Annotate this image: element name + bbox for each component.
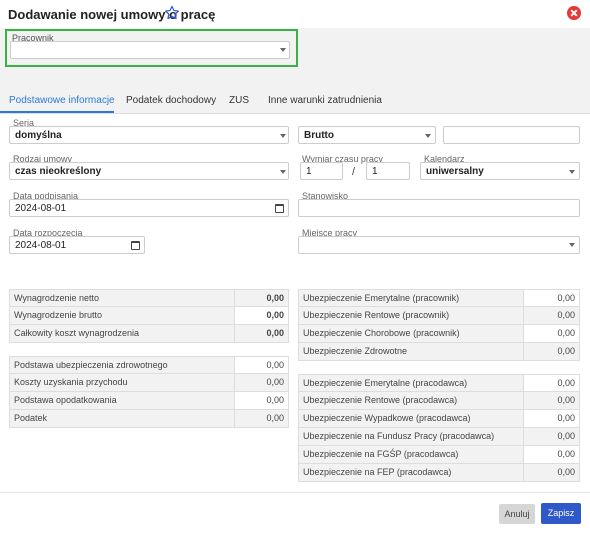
working-time-denominator[interactable]: 1 bbox=[366, 162, 410, 180]
chevron-down-icon bbox=[280, 134, 286, 138]
salary-amount-input[interactable] bbox=[443, 126, 580, 144]
table-row-value: 0,00 bbox=[234, 289, 289, 307]
table-row-value: 0,00 bbox=[523, 464, 580, 482]
close-icon[interactable] bbox=[567, 6, 581, 20]
table-row-value: 0,00 bbox=[234, 307, 289, 325]
table-row-value: 0,00 bbox=[523, 307, 580, 325]
position-input[interactable] bbox=[298, 199, 580, 217]
table-row-label: Ubezpieczenie na Fundusz Pracy (pracodaw… bbox=[298, 428, 523, 446]
table-row-value: 0,00 bbox=[523, 392, 580, 410]
table-row-value: 0,00 bbox=[523, 446, 580, 464]
chevron-down-icon bbox=[569, 170, 575, 174]
calendar-icon[interactable] bbox=[131, 241, 140, 250]
working-time-numerator[interactable]: 1 bbox=[300, 162, 343, 180]
calendar-select[interactable]: uniwersalny bbox=[420, 162, 580, 180]
dialog-header: Dodawanie nowej umowy o pracę bbox=[0, 0, 590, 28]
tab-income-tax[interactable]: Podatek dochodowy bbox=[126, 95, 216, 106]
tab-zus[interactable]: ZUS bbox=[229, 95, 249, 106]
table-row-label: Ubezpieczenie Emerytalne (pracownik) bbox=[298, 289, 523, 307]
chevron-down-icon bbox=[280, 170, 286, 174]
table-row-value: 0,00 bbox=[234, 356, 289, 374]
table-row-value: 0,00 bbox=[234, 325, 289, 343]
table-row-value: 0,00 bbox=[523, 428, 580, 446]
cancel-button[interactable]: Anuluj bbox=[499, 504, 535, 524]
table-row-label: Ubezpieczenie na FEP (pracodawca) bbox=[298, 464, 523, 482]
table-row-value: 0,00 bbox=[523, 410, 580, 428]
table-row-label: Koszty uzyskania przychodu bbox=[9, 374, 234, 392]
table-row-label: Podstawa ubezpieczenia zdrowotnego bbox=[9, 356, 234, 374]
table-row-label: Ubezpieczenie Chorobowe (pracownik) bbox=[298, 325, 523, 343]
chevron-down-icon bbox=[425, 134, 431, 138]
workplace-select[interactable] bbox=[298, 236, 580, 254]
table-row-value: 0,00 bbox=[234, 410, 289, 428]
signing-date-input[interactable]: 2024-08-01 bbox=[9, 199, 289, 217]
table-row-label: Ubezpieczenie Zdrowotne bbox=[298, 343, 523, 361]
table-row-label: Ubezpieczenie Rentowe (pracodawca) bbox=[298, 392, 523, 410]
table-row-value: 0,00 bbox=[523, 343, 580, 361]
table-row-value: 0,00 bbox=[234, 374, 289, 392]
contract-type-select[interactable]: czas nieokreślony bbox=[9, 162, 289, 180]
table-row-label: Ubezpieczenie Emerytalne (pracodawca) bbox=[298, 374, 523, 392]
tab-basic-info[interactable]: Podstawowe informacje bbox=[9, 95, 115, 106]
footer-divider bbox=[0, 492, 590, 493]
tab-bar: Podstawowe informacje Podatek dochodowy … bbox=[0, 82, 590, 114]
chevron-down-icon bbox=[569, 243, 575, 247]
salary-type-select[interactable]: Brutto bbox=[298, 126, 436, 144]
table-row-label: Podstawa opodatkowania bbox=[9, 392, 234, 410]
table-row-value: 0,00 bbox=[234, 392, 289, 410]
table-row-value: 0,00 bbox=[523, 289, 580, 307]
table-row-label: Wynagrodzenie netto bbox=[9, 289, 234, 307]
employee-select[interactable] bbox=[10, 41, 290, 59]
star-icon[interactable] bbox=[163, 4, 181, 22]
table-row-label: Całkowity koszt wynagrodzenia bbox=[9, 325, 234, 343]
table-row-label: Wynagrodzenie brutto bbox=[9, 307, 234, 325]
start-date-input[interactable]: 2024-08-01 bbox=[9, 236, 145, 254]
table-row-label: Podatek bbox=[9, 410, 234, 428]
table-row-label: Ubezpieczenie na FGŚP (pracodawca) bbox=[298, 446, 523, 464]
active-tab-indicator bbox=[0, 111, 114, 113]
tab-other-terms[interactable]: Inne warunki zatrudnienia bbox=[268, 95, 382, 106]
table-row-value: 0,00 bbox=[523, 374, 580, 392]
table-row-label: Ubezpieczenie Wypadkowe (pracodawca) bbox=[298, 410, 523, 428]
table-row-label: Ubezpieczenie Rentowe (pracownik) bbox=[298, 307, 523, 325]
calendar-icon[interactable] bbox=[275, 204, 284, 213]
dialog-title: Dodawanie nowej umowy o pracę bbox=[8, 7, 216, 22]
table-row-value: 0,00 bbox=[523, 325, 580, 343]
chevron-down-icon bbox=[280, 48, 286, 52]
seria-select[interactable]: domyślna bbox=[9, 126, 289, 144]
save-button[interactable]: Zapisz bbox=[541, 503, 581, 524]
working-time-separator: / bbox=[352, 166, 356, 178]
